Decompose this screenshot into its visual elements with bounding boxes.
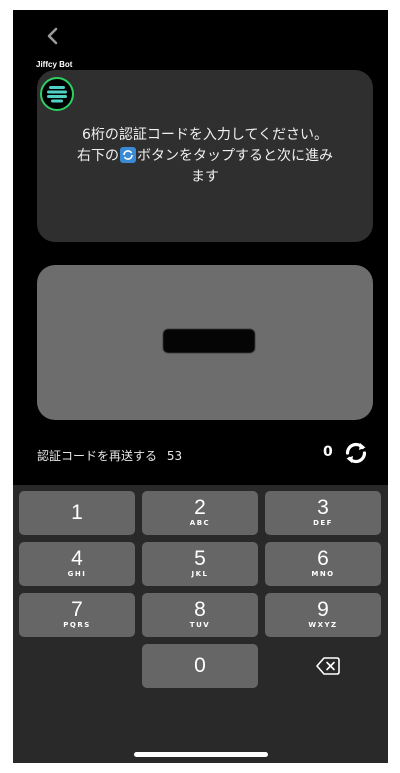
instruction-line-2-end: ボタンをタップすると次に進み bbox=[137, 148, 333, 164]
delete-button[interactable] bbox=[265, 644, 381, 688]
bot-name: Jiffcy Bot bbox=[36, 60, 73, 69]
key-2[interactable]: 2 ABC bbox=[142, 491, 258, 535]
code-input-field[interactable] bbox=[37, 265, 373, 420]
key-4[interactable]: 4 GHI bbox=[19, 542, 135, 586]
key-1[interactable]: 1 bbox=[19, 491, 135, 535]
key-4-letters: GHI bbox=[67, 570, 87, 578]
refresh-icon bbox=[345, 442, 367, 464]
key-1-digit: 1 bbox=[71, 501, 83, 524]
instruction-line-1: 6桁の認証コードを入力してください。 bbox=[81, 127, 329, 143]
resend-countdown: 53 bbox=[166, 449, 183, 463]
submit-refresh-button[interactable] bbox=[341, 438, 371, 468]
code-cursor bbox=[163, 329, 255, 353]
key-6-letters: MNO bbox=[311, 570, 335, 578]
key-5-letters: JKL bbox=[191, 570, 209, 578]
key-5[interactable]: 5 JKL bbox=[142, 542, 258, 586]
instruction-text: 6桁の認証コードを入力してください。 右下の ボタンをタップすると次に進み ます bbox=[37, 125, 373, 188]
instruction-line-2: 右下の ボタンをタップすると次に進み bbox=[37, 146, 373, 167]
key-2-digit: 2 bbox=[194, 496, 206, 519]
key-7[interactable]: 7 PQRS bbox=[19, 593, 135, 637]
key-3-digit: 3 bbox=[317, 496, 329, 519]
backspace-icon bbox=[316, 657, 340, 675]
digit-count: 0 bbox=[323, 444, 333, 460]
resend-label: 認証コードを再送する bbox=[37, 449, 158, 463]
key-7-digit: 7 bbox=[71, 598, 83, 621]
key-7-letters: PQRS bbox=[63, 621, 91, 629]
key-3[interactable]: 3 DEF bbox=[265, 491, 381, 535]
key-9-digit: 9 bbox=[317, 598, 329, 621]
key-4-digit: 4 bbox=[71, 547, 83, 570]
key-2-letters: ABC bbox=[189, 519, 211, 527]
bot-avatar-icon bbox=[47, 86, 67, 103]
phone-screen: Jiffcy Bot 6桁の認証コードを入力してください。 右下の ボタンをタップ… bbox=[13, 10, 388, 763]
key-9-letters: WXYZ bbox=[308, 621, 338, 629]
key-9[interactable]: 9 WXYZ bbox=[265, 593, 381, 637]
key-8-digit: 8 bbox=[194, 598, 206, 621]
key-5-digit: 5 bbox=[194, 547, 206, 570]
key-0-digit: 0 bbox=[194, 654, 206, 677]
key-8[interactable]: 8 TUV bbox=[142, 593, 258, 637]
key-6[interactable]: 6 MNO bbox=[265, 542, 381, 586]
key-8-letters: TUV bbox=[189, 621, 211, 629]
key-6-digit: 6 bbox=[317, 547, 329, 570]
resend-code-link[interactable]: 認証コードを再送する 53 bbox=[37, 447, 182, 464]
refresh-icon bbox=[120, 147, 136, 163]
back-button[interactable] bbox=[41, 24, 65, 48]
key-0[interactable]: 0 bbox=[142, 644, 258, 688]
instruction-line-2-start: 右下の bbox=[77, 148, 119, 164]
key-3-letters: DEF bbox=[313, 519, 333, 527]
instruction-line-3: ます bbox=[191, 169, 219, 185]
home-indicator[interactable] bbox=[134, 752, 268, 757]
message-bubble: 6桁の認証コードを入力してください。 右下の ボタンをタップすると次に進み ます bbox=[37, 70, 373, 242]
numeric-keypad: 1 2 ABC 3 DEF 4 GHI 5 JKL 6 MNO 7 PQRS 8… bbox=[13, 485, 388, 763]
chevron-left-icon bbox=[47, 27, 58, 45]
bot-avatar bbox=[40, 77, 74, 111]
